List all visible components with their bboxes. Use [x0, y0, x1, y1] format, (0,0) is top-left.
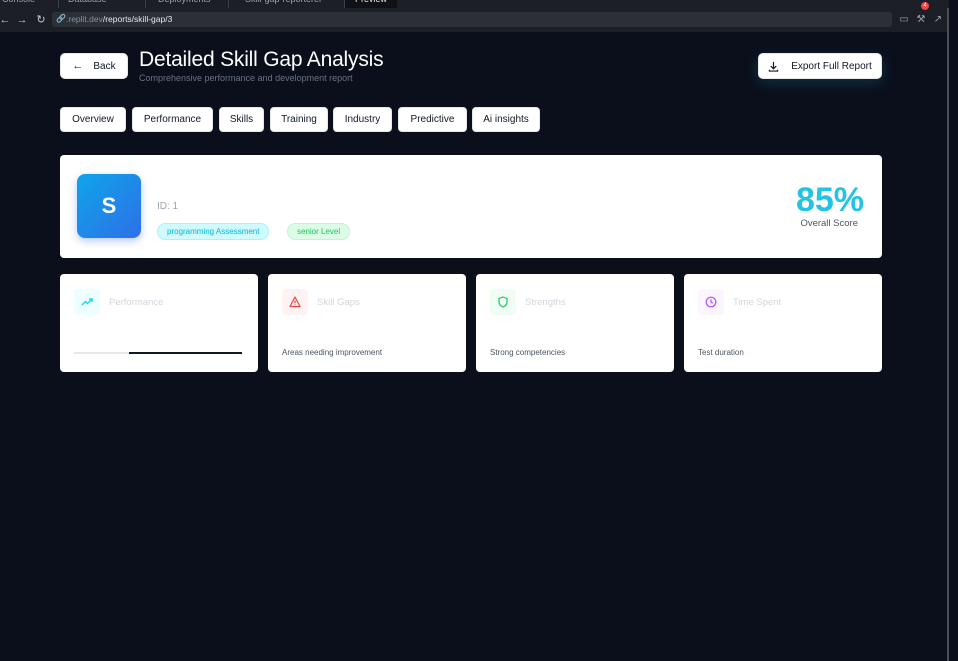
url-bar[interactable]: 🔗 .replit.dev/reports/skill-gap/3: [52, 12, 892, 27]
time-spent-title: Time Spent: [733, 297, 782, 308]
page-subtitle: Comprehensive performance and developmen…: [139, 73, 353, 83]
browser-navbar: ← → ↻ 🔗 .replit.dev/reports/skill-gap/3 …: [0, 8, 950, 32]
link-icon: 🔗: [56, 14, 66, 23]
tab-skills[interactable]: Skills: [219, 107, 264, 132]
export-label: Export Full Report: [791, 60, 872, 72]
skill-gaps-desc: Areas needing improvement: [282, 348, 383, 357]
url-text: .replit.dev/reports/skill-gap/3: [66, 14, 173, 24]
performance-progress-fill: [129, 352, 242, 354]
time-spent-desc: Test duration: [698, 348, 744, 357]
back-label: Back: [93, 60, 116, 72]
avatar: S: [77, 174, 141, 238]
clock-icon: [698, 289, 724, 315]
user-id: ID: 1: [157, 201, 179, 212]
shield-icon: [490, 289, 516, 315]
tab-divider: [228, 0, 229, 8]
download-icon: [768, 61, 779, 72]
arrow-left-icon: ←: [72, 60, 84, 72]
devtools-icon[interactable]: ⚒: [914, 12, 928, 28]
browser-tab-preview[interactable]: Preview: [345, 0, 398, 8]
page-title: Detailed Skill Gap Analysis: [139, 48, 384, 71]
time-spent-card: Time Spent Test duration: [684, 274, 882, 372]
strengths-title: Strengths: [525, 297, 566, 308]
level-chip: senior Level: [287, 223, 351, 240]
performance-title: Performance: [109, 297, 164, 308]
forward-arrow-icon[interactable]: →: [15, 12, 29, 28]
profile-summary-card: S ID: 1 programming Assessment senior Le…: [60, 155, 882, 258]
assessment-chip: programming Assessment: [157, 223, 270, 240]
export-report-button[interactable]: Export Full Report: [758, 53, 882, 79]
devices-icon[interactable]: ▭: [897, 12, 911, 28]
strengths-desc: Strong competencies: [490, 348, 566, 357]
browser-tab-deployments[interactable]: Deployments: [158, 0, 211, 8]
notification-badge: 4: [921, 2, 929, 10]
strengths-card: Strengths Strong competencies: [476, 274, 674, 372]
tab-divider: [145, 0, 146, 8]
performance-progress-bar: [74, 352, 242, 354]
overall-score: 85%: [795, 181, 864, 219]
tab-industry[interactable]: Industry: [333, 107, 392, 132]
tab-predictive[interactable]: Predictive: [398, 107, 467, 132]
skill-gaps-title: Skill Gaps: [317, 297, 360, 308]
tab-ai-insights[interactable]: Ai insights: [472, 107, 540, 132]
back-arrow-icon[interactable]: ←: [0, 12, 12, 28]
window-gutter: [949, 0, 958, 661]
performance-card: Performance: [60, 274, 258, 372]
tab-training[interactable]: Training: [270, 107, 328, 132]
open-external-icon[interactable]: ↗: [931, 12, 945, 28]
browser-tab-database[interactable]: Database: [68, 0, 107, 8]
tab-divider: [58, 0, 59, 8]
warning-icon: [282, 289, 308, 315]
browser-tab-strip: Console Database Deployments Skill-gap-r…: [0, 0, 958, 8]
browser-tab-console[interactable]: Console: [2, 0, 35, 8]
reload-icon[interactable]: ↻: [34, 12, 48, 28]
skill-gaps-card: Skill Gaps Areas needing improvement: [268, 274, 466, 372]
overall-score-label: Overall Score: [800, 218, 858, 229]
browser-tab-app[interactable]: Skill-gap-reporterer: [245, 0, 322, 8]
trending-up-icon: [74, 289, 100, 315]
tab-overview[interactable]: Overview: [60, 107, 126, 132]
back-button[interactable]: ← Back: [60, 53, 128, 79]
tab-performance[interactable]: Performance: [132, 107, 213, 132]
